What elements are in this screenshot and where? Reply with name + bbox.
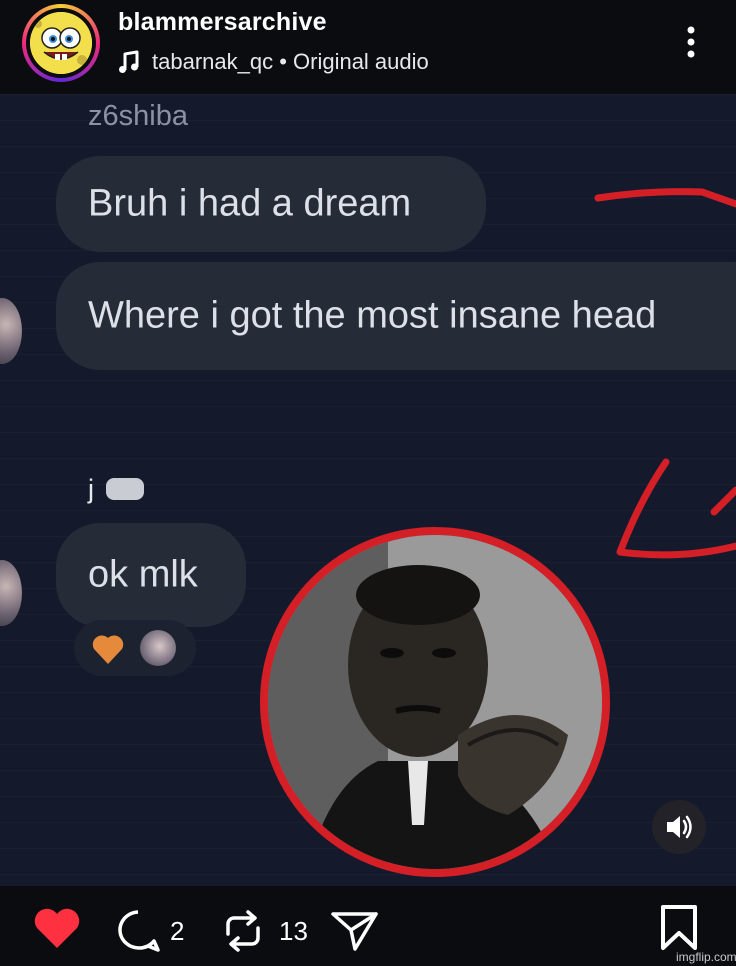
chat-sender-name: j: [88, 474, 94, 504]
more-vertical-icon: [687, 26, 695, 58]
profile-avatar[interactable]: [22, 4, 100, 82]
send-icon: [331, 912, 378, 951]
post-media[interactable]: z6shiba Bruh i had a dream Where i got t…: [0, 94, 736, 886]
red-arrow-icon: [594, 188, 736, 208]
heart-filled-icon: [34, 908, 80, 948]
reaction-avatar: [140, 630, 176, 666]
volume-button[interactable]: [652, 800, 706, 854]
chat-bubble: ok mlk: [56, 523, 246, 627]
comment-icon: [118, 910, 160, 952]
chat-avatar: [0, 298, 22, 364]
watermark: imgflip.com: [676, 950, 736, 964]
comment-count: 2: [170, 916, 185, 946]
chat-message: Bruh i had a dream: [88, 182, 412, 225]
repost-button[interactable]: [220, 908, 266, 959]
portrait-photo: [260, 527, 610, 877]
red-arrow-icon: [616, 458, 736, 559]
audio-text: tabarnak_qc • Original audio: [152, 49, 429, 74]
comment-button[interactable]: [114, 908, 162, 959]
audio-attribution[interactable]: tabarnak_qc • Original audio: [118, 48, 429, 76]
like-button[interactable]: [32, 906, 82, 955]
action-bar: 2 13 imgflip.com: [0, 886, 736, 966]
more-options-button[interactable]: [676, 22, 706, 62]
username[interactable]: blammersarchive: [118, 8, 327, 37]
repost-icon: [226, 910, 260, 952]
chat-message: ok mlk: [88, 553, 198, 596]
chat-avatar: [0, 560, 22, 626]
chat-message: Where i got the most insane head: [88, 294, 657, 337]
share-button[interactable]: [330, 908, 380, 959]
redaction-mark: [106, 478, 144, 500]
portrait-illustration: [268, 535, 602, 869]
orange-heart-icon: [92, 635, 124, 664]
chat-sender-name: z6shiba: [88, 100, 188, 132]
repost-count: 13: [279, 916, 308, 946]
spongebob-avatar-icon: [30, 12, 92, 74]
reaction-bar: [74, 620, 196, 676]
music-note-icon: [119, 50, 139, 73]
bookmark-icon: [661, 905, 697, 950]
post-header: blammersarchive tabarnak_qc • Original a…: [0, 0, 736, 94]
chat-bubble: Bruh i had a dream: [56, 156, 486, 252]
speaker-icon: [667, 815, 692, 839]
chat-bubble: Where i got the most insane head: [56, 262, 736, 370]
